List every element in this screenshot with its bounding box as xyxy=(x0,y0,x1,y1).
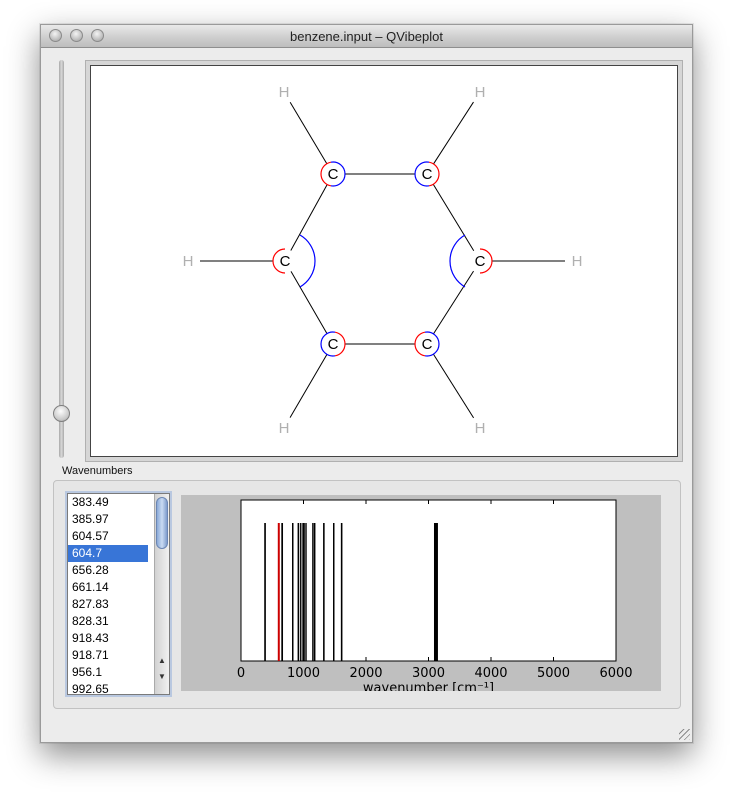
molecule-view-frame: C C C C C C H H H H H H xyxy=(85,60,683,462)
carbon-atom-label: C xyxy=(328,336,339,353)
spectrum-chart: 0 1000 2000 3000 4000 5000 6000 wavenumber [cm⁻… xyxy=(237,499,633,691)
x-tick-label: 1000 xyxy=(287,666,320,681)
x-tick-label: 4000 xyxy=(474,666,507,681)
x-tick-label: 5000 xyxy=(537,666,570,681)
carbon-atom-label: C xyxy=(280,253,291,270)
bond-line xyxy=(289,354,328,418)
bond-line xyxy=(433,270,474,335)
hydrogen-atom-label: H xyxy=(475,420,486,437)
scroll-up-arrow-icon[interactable]: ▲ xyxy=(155,654,169,667)
wavenumber-list-item[interactable]: 828.31 xyxy=(68,613,148,630)
wavenumber-list-item[interactable]: 385.97 xyxy=(68,511,148,528)
plot-axes-box xyxy=(240,499,617,662)
carbon-atom-label: C xyxy=(328,166,339,183)
wavenumber-list[interactable]: 383.49 385.97 604.57 604.7 656.28 661.14 827.8… xyxy=(67,493,170,695)
wavenumber-list-item[interactable]: 604.7 xyxy=(68,545,148,562)
wavenumber-list-item[interactable]: 992.65 xyxy=(68,681,148,694)
wavenumber-list-item[interactable]: 918.43 xyxy=(68,630,148,647)
amplitude-slider-handle[interactable] xyxy=(53,405,70,422)
wavenumber-list-item[interactable]: 827.83 xyxy=(68,596,148,613)
bond-line xyxy=(432,183,475,252)
mode-arc-positive xyxy=(449,234,466,288)
x-tick-label: 0 xyxy=(237,666,245,681)
wavenumber-list-item[interactable]: 956.1 xyxy=(68,664,148,681)
bond-line xyxy=(432,353,475,419)
bond-line xyxy=(433,101,474,165)
wavenumber-list-item[interactable]: 918.71 xyxy=(68,647,148,664)
x-tick-label: 3000 xyxy=(412,666,445,681)
x-tick-label: 6000 xyxy=(599,666,632,681)
scroll-down-arrow-icon[interactable]: ▼ xyxy=(155,670,169,683)
carbon-atom-label: C xyxy=(422,336,433,353)
wavenumber-list-item[interactable]: 661.14 xyxy=(68,579,148,596)
list-scrollbar[interactable]: ▲ ▼ xyxy=(154,494,169,694)
bond-line xyxy=(290,184,328,251)
carbon-atom-label: C xyxy=(422,166,433,183)
amplitude-slider[interactable] xyxy=(59,60,64,458)
bond-line xyxy=(290,271,328,334)
mode-arc-positive xyxy=(299,234,316,288)
x-axis-label: wavenumber [cm⁻¹] xyxy=(363,681,494,691)
hydrogen-atom-label: H xyxy=(183,253,194,270)
spectrum-plot[interactable]: 0 1000 2000 3000 4000 5000 6000 wavenumber [cm⁻… xyxy=(181,495,661,691)
molecule-view[interactable]: C C C C C C H H H H H H xyxy=(90,65,678,457)
wavenumber-list-item[interactable]: 656.28 xyxy=(68,562,148,579)
resize-grip-icon[interactable] xyxy=(679,729,690,740)
wavenumber-list-item[interactable]: 604.57 xyxy=(68,528,148,545)
hydrogen-atom-label: H xyxy=(475,84,486,101)
hydrogen-atom-label: H xyxy=(572,253,583,270)
carbon-atom-label: C xyxy=(475,253,486,270)
hydrogen-atom-label: H xyxy=(279,420,290,437)
title-bar[interactable]: benzene.input – QVibeplot xyxy=(41,25,692,48)
window-title: benzene.input – QVibeplot xyxy=(290,29,443,44)
wavenumbers-label: Wavenumbers xyxy=(62,465,133,477)
hydrogen-atom-label: H xyxy=(279,84,290,101)
list-scrollbar-thumb[interactable] xyxy=(156,497,168,549)
bond-line xyxy=(289,102,328,164)
wavenumber-list-item[interactable]: 383.49 xyxy=(68,494,148,511)
main-window: benzene.input – QVibeplot C C C C C C H H H H H H W… xyxy=(40,24,693,743)
molecule-drawing: C C C C C C H H H H H H xyxy=(183,84,583,437)
x-tick-label: 2000 xyxy=(349,666,382,681)
